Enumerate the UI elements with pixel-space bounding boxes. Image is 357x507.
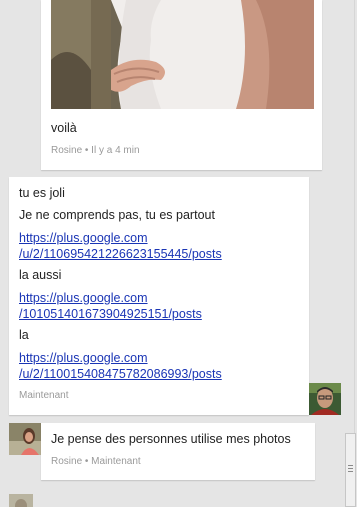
link-text: /u/2/110015408475782086993/posts: [19, 367, 222, 381]
incoming-message: Je pense des personnes utilise mes photo…: [41, 423, 315, 480]
incoming-message-meta: Rosine • Maintenant: [51, 456, 141, 467]
profile-link-3[interactable]: https://plus.google.com /u/2/11001540847…: [19, 350, 222, 382]
outgoing-message: tu es joli Je ne comprends pas, tu es pa…: [9, 177, 309, 415]
my-avatar[interactable]: [309, 383, 341, 415]
link-text: /u/2/110695421226623155445/posts: [19, 247, 222, 261]
photo-message-meta: Rosine • Il y a 4 min: [51, 145, 140, 156]
next-avatar[interactable]: [9, 494, 33, 507]
link-text: /101051401673904925151/posts: [19, 307, 202, 321]
message-line: tu es joli: [19, 186, 65, 200]
scrollbar-grip: [348, 465, 353, 466]
outgoing-message-meta: Maintenant: [19, 390, 69, 401]
link-text: https://plus.google.com: [19, 231, 148, 245]
photo-caption: voilà: [51, 121, 77, 135]
photo-message: voilà Rosine • Il y a 4 min: [41, 0, 322, 170]
message-text: Je pense des personnes utilise mes photo…: [51, 432, 291, 446]
message-line: la aussi: [19, 268, 62, 282]
scrollbar-grip: [348, 471, 353, 472]
link-text: https://plus.google.com: [19, 351, 148, 365]
scrollbar-thumb[interactable]: [345, 433, 356, 507]
link-text: https://plus.google.com: [19, 291, 148, 305]
message-line: la: [19, 328, 29, 342]
profile-link-2[interactable]: https://plus.google.com /101051401673904…: [19, 290, 202, 322]
panel-edge: [354, 0, 355, 433]
shared-photo[interactable]: [51, 0, 314, 109]
profile-link-1[interactable]: https://plus.google.com /u/2/11069542122…: [19, 230, 222, 262]
rosine-avatar[interactable]: [9, 423, 41, 455]
message-line: Je ne comprends pas, tu es partout: [19, 208, 215, 222]
scrollbar-grip: [348, 468, 353, 469]
